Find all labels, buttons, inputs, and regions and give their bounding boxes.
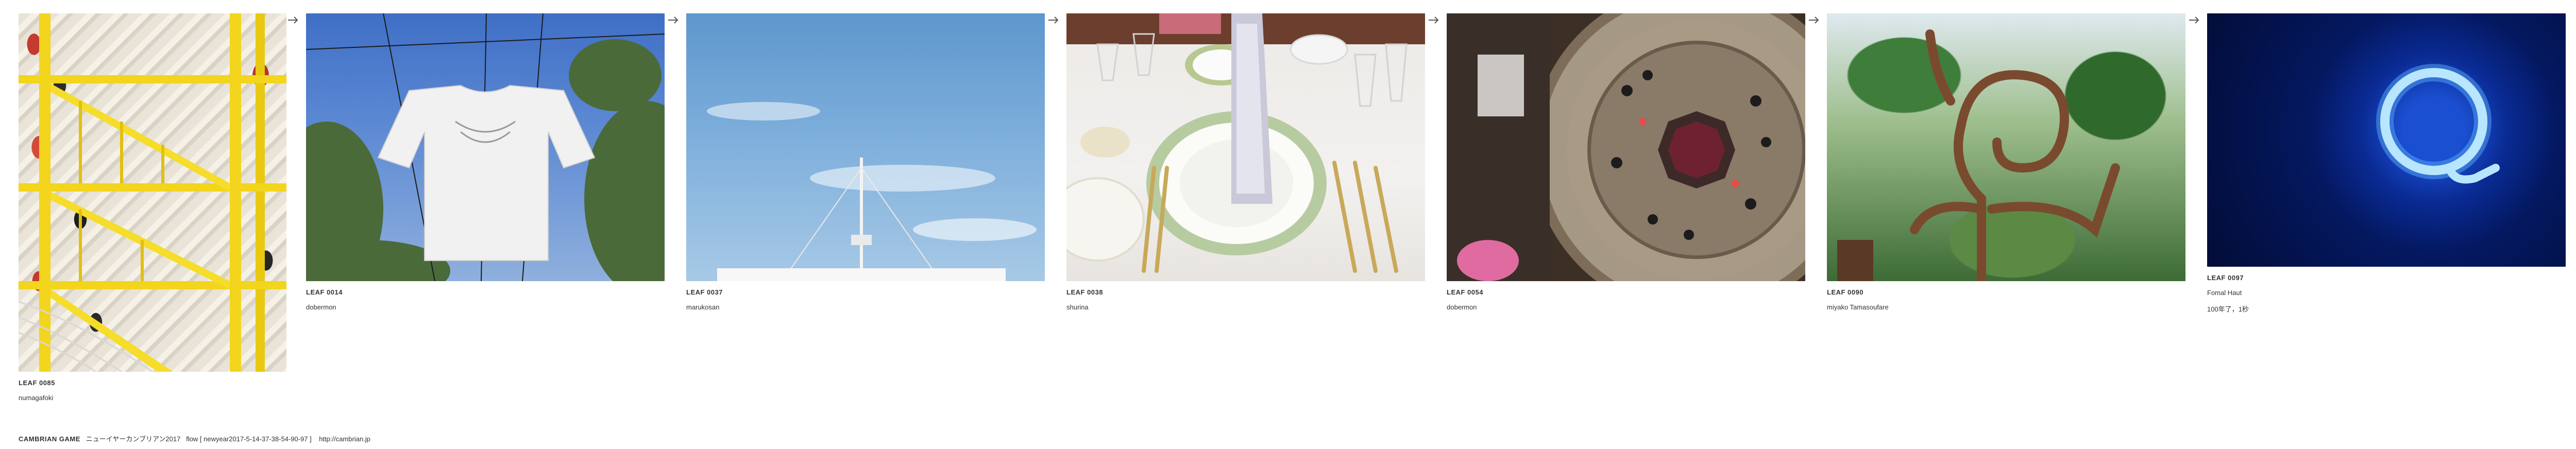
leaf-card-0085: LEAF 0085 numagafoki [19,13,286,402]
neon-illustration [2376,64,2500,184]
leaf-image-well[interactable] [1447,13,1805,281]
footer-url-link[interactable]: http://cambrian.jp [319,435,370,443]
leaf-image-tree[interactable] [1827,13,2185,281]
footer-flow: flow [ newyear2017-5-14-37-38-54-90-97 ] [186,435,312,443]
leaf-image-mast[interactable] [686,13,1045,281]
leaf-author-link[interactable]: dobermon [1447,303,1805,311]
table-illustration [1066,13,1425,273]
leaf-code: LEAF 0090 [1827,288,1863,296]
footer-title: ニューイヤーカンブリアン2017 [86,435,181,443]
footer: CAMBRIAN GAME ニューイヤーカンブリアン2017 flow [ ne… [19,434,370,443]
right-arrow-icon [1429,16,1439,24]
shirt-illustration [306,13,665,281]
leaf-code: LEAF 0014 [306,288,343,296]
leaf-image-shirt[interactable] [306,13,665,281]
mast-illustration [707,102,1037,281]
leaf-author-link[interactable]: Fomal Haut [2207,289,2566,297]
leaf-code: LEAF 0097 [2207,274,2244,282]
leaf-author-link[interactable]: shurina [1066,303,1425,311]
leaf-image-table[interactable] [1066,13,1425,281]
right-arrow-icon [668,16,679,24]
right-arrow-icon [1048,16,1059,24]
footer-brand: CAMBRIAN GAME [19,435,80,443]
leaf-note: 100年了，1秒 [2207,305,2249,313]
leaf-code: LEAF 0054 [1447,288,1483,296]
leaf-card-0037: LEAF 0037 marukosan [686,13,1045,311]
leaf-image-neon[interactable] [2207,13,2566,267]
leaf-author-link[interactable]: numagafoki [19,394,286,402]
leaf-code: LEAF 0038 [1066,288,1103,296]
tree-illustration [1837,29,2120,281]
leaf-card-0097: LEAF 0097 Fomal Haut 100年了，1秒 [2207,13,2566,314]
leaf-author-link[interactable]: miyako Tamasoufare [1827,303,2185,311]
right-arrow-icon [2189,16,2199,24]
leaf-code: LEAF 0037 [686,288,723,296]
leaf-card-0014: LEAF 0014 dobermon [306,13,665,311]
leaf-card-0054: LEAF 0054 dobermon [1447,13,1805,311]
right-arrow-icon [288,16,298,24]
well-illustration [1447,13,1805,281]
stairs-illustration [19,13,286,372]
leaf-author-link[interactable]: marukosan [686,303,1045,311]
right-arrow-icon [1809,16,1819,24]
leaf-card-0038: LEAF 0038 shurina [1066,13,1425,311]
leaf-author-link[interactable]: dobermon [306,303,665,311]
leaf-code: LEAF 0085 [19,379,55,387]
leaf-card-0090: LEAF 0090 miyako Tamasoufare [1827,13,2185,311]
leaf-image-stairs[interactable] [19,13,286,372]
